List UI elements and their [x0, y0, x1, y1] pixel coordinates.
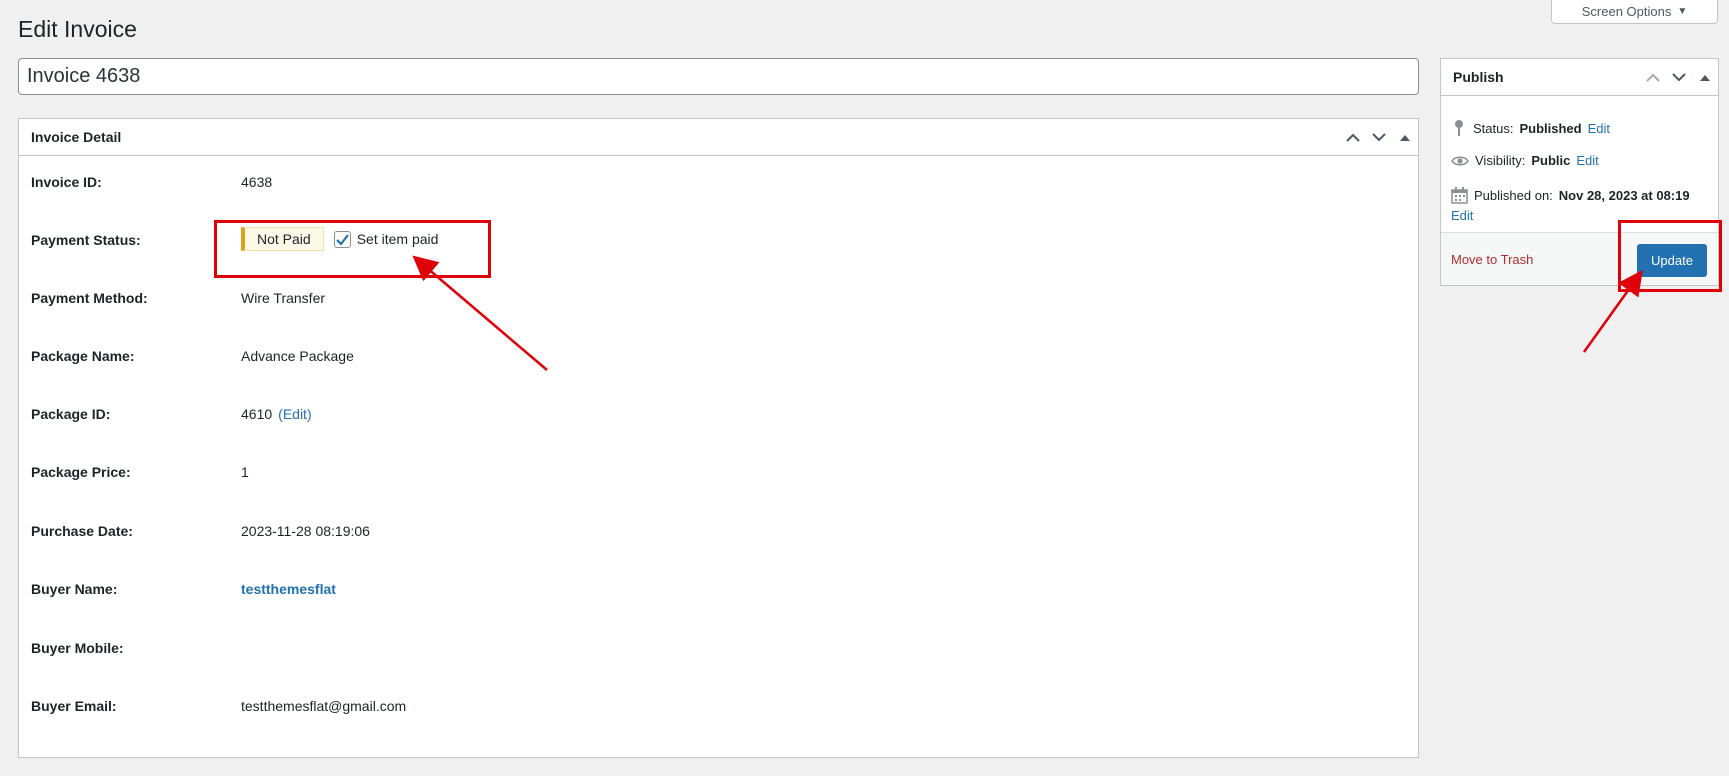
visibility-edit-link[interactable]: Edit — [1576, 153, 1598, 168]
package-price-label: Package Price: — [31, 464, 131, 480]
payment-method-value: Wire Transfer — [241, 290, 326, 306]
update-button[interactable]: Update — [1637, 244, 1707, 277]
visibility-value: Public — [1531, 153, 1571, 168]
purchase-date-label: Purchase Date: — [31, 523, 133, 539]
detail-row-buyer-email: Buyer Email: testthemesflat@gmail.com — [19, 698, 1418, 718]
publish-date-row: Published on: Nov 28, 2023 at 08:19 — [1451, 187, 1690, 204]
set-item-paid-checkbox[interactable] — [333, 230, 351, 248]
publish-actions: Move to Trash Update — [1441, 232, 1718, 285]
publish-header: Publish — [1441, 59, 1718, 96]
buyer-email-value: testthemesflat@gmail.com — [241, 698, 407, 714]
status-label: Status: — [1473, 120, 1514, 136]
detail-row-payment-method: Payment Method: Wire Transfer — [19, 290, 1418, 310]
toggle-panel-button[interactable] — [1392, 119, 1418, 155]
triangle-up-icon — [1400, 134, 1410, 141]
caret-down-icon: ▼ — [1677, 6, 1688, 17]
published-value: Nov 28, 2023 at 08:19 — [1558, 188, 1690, 203]
page-title: Edit Invoice — [18, 16, 137, 42]
buyer-mobile-label: Buyer Mobile: — [31, 640, 124, 656]
published-edit-link[interactable]: Edit — [1451, 208, 1473, 223]
detail-row-package-name: Package Name: Advance Package — [19, 348, 1418, 368]
move-down-button[interactable] — [1366, 119, 1392, 155]
calendar-icon — [1451, 187, 1468, 204]
buyer-email-label: Buyer Email: — [31, 698, 117, 714]
payment-method-label: Payment Method: — [31, 290, 148, 306]
visibility-label: Visibility: — [1475, 153, 1526, 168]
purchase-date-value: 2023-11-28 08:19:06 — [241, 523, 370, 539]
set-item-paid-label[interactable]: Set item paid — [357, 231, 439, 247]
detail-row-buyer-name: Buyer Name: testthemesflat — [19, 581, 1418, 601]
detail-row-invoice-id: Invoice ID: 4638 — [19, 174, 1418, 194]
package-price-value: 1 — [241, 464, 249, 480]
chevron-up-icon — [1646, 73, 1660, 82]
detail-row-payment-status: Payment Status: Not Paid Set item paid — [19, 227, 1418, 255]
buyer-name-link[interactable]: testthemesflat — [241, 581, 336, 597]
checkmark-icon — [335, 233, 349, 245]
payment-status-value: Not Paid Set item paid — [241, 227, 438, 251]
post-title-input[interactable] — [18, 58, 1419, 95]
box-handle-actions — [1340, 119, 1418, 155]
invoice-detail-box: Invoice Detail Invoice ID: 4638 Payment … — [18, 118, 1419, 758]
chevron-up-icon — [1346, 133, 1360, 142]
publish-handle-actions — [1640, 59, 1718, 95]
invoice-id-label: Invoice ID: — [31, 174, 102, 190]
chevron-down-icon — [1372, 132, 1386, 141]
chevron-down-icon — [1672, 72, 1686, 81]
invoice-detail-header: Invoice Detail — [19, 119, 1418, 156]
published-label: Published on: — [1474, 188, 1553, 203]
screen-options-button[interactable]: Screen Options ▼ — [1551, 0, 1718, 24]
package-name-label: Package Name: — [31, 348, 135, 364]
publish-status-row: Status: Published Edit — [1451, 119, 1610, 137]
package-id-number: 4610 — [241, 406, 273, 422]
eye-icon — [1451, 155, 1469, 166]
status-value: Published — [1519, 120, 1582, 136]
status-edit-link[interactable]: Edit — [1588, 121, 1610, 136]
pin-icon — [1455, 120, 1463, 136]
move-up-button[interactable] — [1340, 119, 1366, 155]
package-edit-link[interactable]: (Edit) — [278, 406, 311, 422]
publish-move-up-button[interactable] — [1640, 59, 1666, 95]
package-id-label: Package ID: — [31, 406, 111, 422]
triangle-up-icon — [1700, 74, 1710, 81]
move-to-trash-link[interactable]: Move to Trash — [1451, 252, 1533, 267]
publish-visibility-row: Visibility: Public Edit — [1451, 153, 1599, 168]
status-badge: Not Paid — [241, 227, 324, 251]
screen-options-label: Screen Options — [1581, 4, 1672, 19]
detail-row-package-id: Package ID: 4610 (Edit) — [19, 406, 1418, 426]
detail-row-buyer-mobile: Buyer Mobile: — [19, 640, 1418, 660]
detail-row-package-price: Package Price: 1 — [19, 464, 1418, 484]
invoice-detail-title: Invoice Detail — [31, 129, 122, 145]
publish-move-down-button[interactable] — [1666, 59, 1692, 95]
publish-box: Publish Status: Published Edit Visibilit… — [1440, 58, 1719, 286]
detail-row-purchase-date: Purchase Date: 2023-11-28 08:19:06 — [19, 523, 1418, 543]
publish-title: Publish — [1453, 69, 1504, 85]
invoice-id-value: 4638 — [241, 174, 273, 190]
annotation-arrow-update — [1582, 269, 1643, 353]
payment-status-label: Payment Status: — [31, 232, 141, 248]
publish-toggle-button[interactable] — [1692, 59, 1718, 95]
buyer-name-label: Buyer Name: — [31, 581, 118, 597]
buyer-name-value: testthemesflat — [241, 581, 336, 597]
package-name-value: Advance Package — [241, 348, 354, 364]
package-id-value: 4610 (Edit) — [241, 406, 312, 422]
